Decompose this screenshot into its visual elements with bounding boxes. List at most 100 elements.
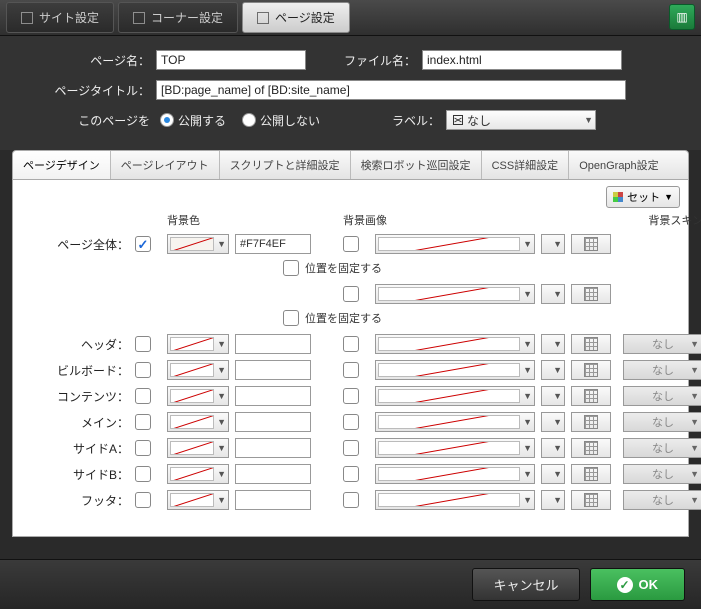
- bgcolor-enable-checkbox[interactable]: [135, 414, 151, 430]
- bgcolor-hex-input[interactable]: [235, 438, 311, 458]
- bgcolor-hex-input[interactable]: [235, 490, 311, 510]
- bgcolor-hex-input[interactable]: [235, 334, 311, 354]
- bgimage-enable-checkbox[interactable]: [343, 388, 359, 404]
- grid-icon: [584, 337, 598, 351]
- skin-none-select[interactable]: なし▼: [623, 360, 701, 380]
- bgimage-repeat-select[interactable]: ▼: [541, 438, 565, 458]
- bgimage-enable-checkbox[interactable]: [343, 440, 359, 456]
- page-title-input[interactable]: [156, 80, 626, 100]
- subtab-opengraph[interactable]: OpenGraph設定: [569, 151, 668, 179]
- bgskin-button[interactable]: [571, 438, 611, 458]
- bgimage-repeat-select[interactable]: ▼: [541, 412, 565, 432]
- bgimage-repeat-select[interactable]: ▼: [541, 464, 565, 484]
- bgcolor-swatch[interactable]: ▼: [167, 386, 229, 406]
- bgcolor-enable-checkbox[interactable]: [135, 388, 151, 404]
- bgimage-enable-checkbox[interactable]: [343, 236, 359, 252]
- bgskin-button[interactable]: [571, 360, 611, 380]
- bgimage-select[interactable]: ▼: [375, 490, 535, 510]
- bgcolor-swatch[interactable]: ▼: [167, 360, 229, 380]
- bgimage-enable-checkbox[interactable]: [343, 466, 359, 482]
- bgimage-select[interactable]: ▼: [375, 234, 535, 254]
- set-button[interactable]: セット▼: [606, 186, 680, 208]
- bgcolor-swatch[interactable]: ▼: [167, 412, 229, 432]
- skin-none-select[interactable]: なし▼: [623, 412, 701, 432]
- bgcolor-enable-checkbox[interactable]: [135, 336, 151, 352]
- bgcolor-hex-input[interactable]: [235, 234, 311, 254]
- bgskin-button[interactable]: [571, 412, 611, 432]
- row-page-whole: ページ全体： ▼ ▼ ▼: [29, 234, 672, 254]
- bgimage-select[interactable]: ▼: [375, 284, 535, 304]
- bgimage-select[interactable]: ▼: [375, 334, 535, 354]
- bgcolor-enable-checkbox[interactable]: [135, 236, 151, 252]
- bgimage-select[interactable]: ▼: [375, 386, 535, 406]
- skin-none-select[interactable]: なし▼: [623, 464, 701, 484]
- chevron-down-icon: ▼: [690, 443, 699, 453]
- bgcolor-enable-checkbox[interactable]: [135, 440, 151, 456]
- tab-site-settings[interactable]: サイト設定: [6, 2, 114, 33]
- fix-position-row-2: 位置を固定する: [283, 310, 672, 326]
- bgimage-select[interactable]: ▼: [375, 464, 535, 484]
- bgcolor-hex-input[interactable]: [235, 464, 311, 484]
- skin-none-select[interactable]: なし▼: [623, 490, 701, 510]
- bgimage-select[interactable]: ▼: [375, 438, 535, 458]
- cancel-button[interactable]: キャンセル: [472, 568, 579, 601]
- row-sideA: サイドA：▼▼▼なし▼: [29, 438, 672, 458]
- fix-position-checkbox[interactable]: [283, 260, 299, 276]
- tab-page-settings[interactable]: ページ設定: [242, 2, 350, 33]
- row-label: ヘッダ：: [29, 336, 129, 353]
- skin-none-select[interactable]: なし▼: [623, 386, 701, 406]
- subtab-script-advanced[interactable]: スクリプトと詳細設定: [220, 151, 351, 179]
- publish-on-radio[interactable]: 公開する: [160, 112, 226, 129]
- bgcolor-swatch[interactable]: ▼: [167, 490, 229, 510]
- bgskin-button[interactable]: [571, 464, 611, 484]
- bgimage-enable-checkbox[interactable]: [343, 414, 359, 430]
- subtab-page-layout[interactable]: ページレイアウト: [111, 151, 220, 179]
- bgcolor-enable-checkbox[interactable]: [135, 362, 151, 378]
- bgimage-repeat-select[interactable]: ▼: [541, 234, 565, 254]
- subtab-css-advanced[interactable]: CSS詳細設定: [482, 151, 570, 179]
- ok-button[interactable]: OK: [590, 568, 686, 601]
- bgimage-repeat-select[interactable]: ▼: [541, 284, 565, 304]
- bgimage-enable-checkbox[interactable]: [343, 492, 359, 508]
- page-name-label: ページ名：: [20, 52, 150, 69]
- book-icon: ▥: [676, 10, 687, 24]
- bgcolor-enable-checkbox[interactable]: [135, 466, 151, 482]
- subtab-page-design[interactable]: ページデザイン: [13, 151, 111, 179]
- row-label: フッタ：: [29, 492, 129, 509]
- subtab-robot[interactable]: 検索ロボット巡回設定: [351, 151, 482, 179]
- grid-icon: [584, 237, 598, 251]
- bgskin-button[interactable]: [571, 284, 611, 304]
- bgcolor-swatch[interactable]: ▼: [167, 438, 229, 458]
- bgcolor-swatch[interactable]: ▼: [167, 334, 229, 354]
- label-select[interactable]: なし▼: [446, 110, 596, 130]
- bgimage-select[interactable]: ▼: [375, 412, 535, 432]
- tab-corner-settings[interactable]: コーナー設定: [118, 2, 238, 33]
- bgskin-button[interactable]: [571, 334, 611, 354]
- bgcolor-hex-input[interactable]: [235, 386, 311, 406]
- bgcolor-swatch[interactable]: ▼: [167, 234, 229, 254]
- dialog-footer: キャンセル OK: [0, 559, 701, 609]
- file-name-input[interactable]: [422, 50, 622, 70]
- publish-off-radio[interactable]: 公開しない: [242, 112, 320, 129]
- bgskin-button[interactable]: [571, 386, 611, 406]
- bgimage-select[interactable]: ▼: [375, 360, 535, 380]
- bgimage-repeat-select[interactable]: ▼: [541, 360, 565, 380]
- bgcolor-enable-checkbox[interactable]: [135, 492, 151, 508]
- bgcolor-hex-input[interactable]: [235, 412, 311, 432]
- fix-position-checkbox[interactable]: [283, 310, 299, 326]
- help-button[interactable]: ▥: [669, 4, 695, 30]
- bgimage-repeat-select[interactable]: ▼: [541, 386, 565, 406]
- bgskin-button[interactable]: [571, 490, 611, 510]
- skin-none-select[interactable]: なし▼: [623, 334, 701, 354]
- bgimage-enable-checkbox[interactable]: [343, 362, 359, 378]
- bgcolor-hex-input[interactable]: [235, 360, 311, 380]
- chevron-down-icon: ▼: [690, 391, 699, 401]
- bgskin-button[interactable]: [571, 234, 611, 254]
- page-name-input[interactable]: [156, 50, 306, 70]
- skin-none-select[interactable]: なし▼: [623, 438, 701, 458]
- bgcolor-swatch[interactable]: ▼: [167, 464, 229, 484]
- bgimage-enable-checkbox[interactable]: [343, 336, 359, 352]
- bgimage-enable-checkbox[interactable]: [343, 286, 359, 302]
- bgimage-repeat-select[interactable]: ▼: [541, 490, 565, 510]
- bgimage-repeat-select[interactable]: ▼: [541, 334, 565, 354]
